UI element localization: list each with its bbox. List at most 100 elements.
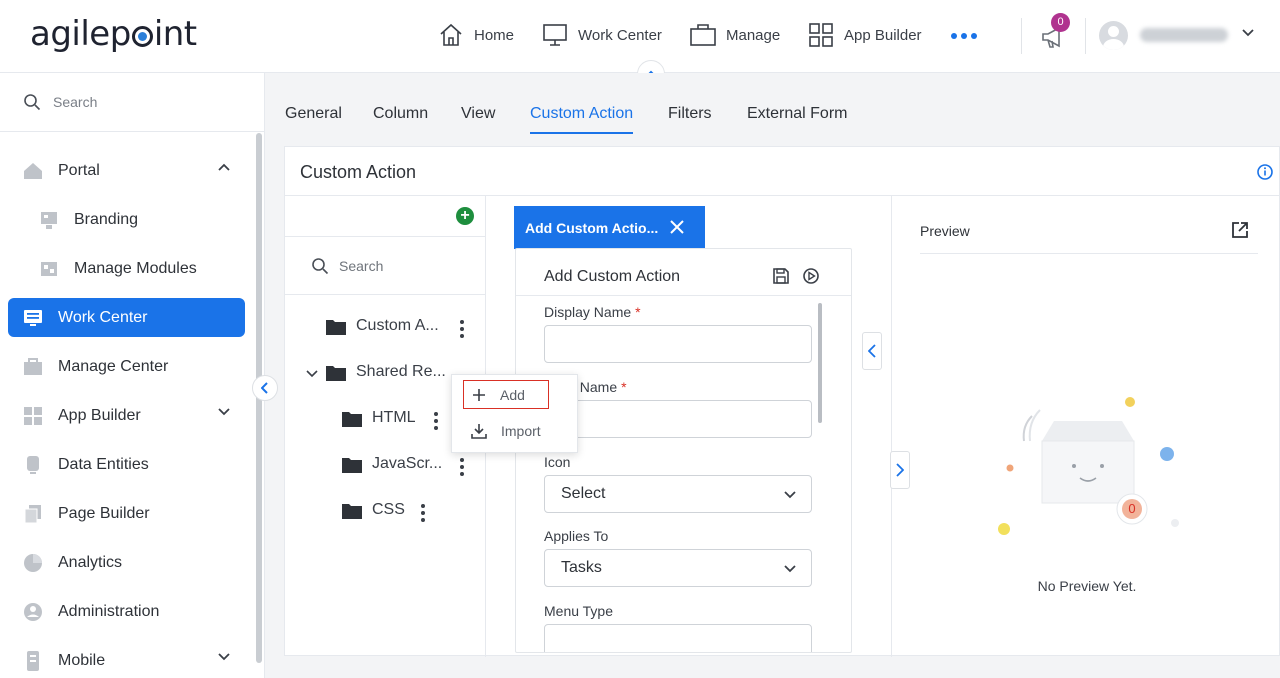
preview-title: Preview: [920, 223, 970, 239]
sidebar-item-work-center[interactable]: Work Center: [8, 298, 245, 337]
nav-work-center[interactable]: Work Center: [542, 22, 662, 48]
tree-node-shared-resources[interactable]: Shared Re...: [326, 363, 446, 381]
kebab-menu-icon[interactable]: [434, 412, 438, 430]
monitor-icon: [543, 24, 567, 46]
sidebar-item-analytics[interactable]: Analytics: [8, 543, 245, 582]
nav-home[interactable]: Home: [438, 22, 514, 48]
sidebar-item-manage-modules[interactable]: Manage Modules: [8, 249, 245, 288]
sidebar-item-label: Administration: [58, 602, 160, 620]
chevron-down-icon[interactable]: [1241, 28, 1255, 38]
chevron-up-icon: [218, 163, 230, 171]
sidebar-search-placeholder: Search: [53, 94, 98, 110]
tree-context-menu: Add Import: [451, 374, 578, 453]
tree-node-label: HTML: [372, 409, 416, 426]
folder-icon: [342, 503, 362, 519]
menu-type-label: Menu Type: [544, 603, 614, 619]
save-icon[interactable]: [772, 267, 790, 285]
nav-home-label: Home: [474, 26, 515, 44]
form-tab-label: Add Custom Actio...: [525, 219, 659, 236]
kebab-menu-icon[interactable]: [460, 320, 464, 338]
nav-app-builder[interactable]: App Builder: [808, 22, 922, 48]
tab-view[interactable]: View: [461, 105, 495, 132]
close-icon[interactable]: [669, 219, 685, 235]
icon-label: Icon: [544, 454, 571, 470]
import-icon: [471, 423, 487, 439]
sidebar-item-page-builder[interactable]: Page Builder: [8, 494, 245, 533]
form-scrollbar[interactable]: [818, 303, 822, 423]
preview-pane: Preview 0 No Preview Yet.: [891, 196, 1280, 657]
database-icon: [27, 455, 39, 474]
add-resource-button[interactable]: +: [456, 207, 474, 225]
sidebar-item-portal[interactable]: Portal: [8, 151, 245, 190]
tree-node-html[interactable]: HTML: [342, 409, 416, 427]
collapse-form-button[interactable]: [862, 332, 882, 370]
menu-item-import[interactable]: Import: [463, 416, 549, 445]
display-name-field[interactable]: [544, 325, 812, 363]
grid-icon: [809, 23, 833, 47]
folder-icon: [326, 319, 346, 335]
divider: [516, 295, 851, 296]
sidebar-item-data-entities[interactable]: Data Entities: [8, 445, 245, 484]
display-name-label: Display Name *: [544, 304, 641, 320]
tree-node-javascript[interactable]: JavaScr...: [342, 455, 442, 473]
info-icon[interactable]: [1256, 163, 1274, 181]
menu-item-add[interactable]: Add: [463, 380, 549, 409]
panel-title: Custom Action: [300, 162, 417, 182]
sidebar-item-administration[interactable]: Administration: [8, 592, 245, 631]
menu-type-select[interactable]: [544, 624, 812, 652]
tab-filters[interactable]: Filters: [668, 105, 712, 132]
search-icon: [312, 257, 329, 274]
tree-search[interactable]: Search: [285, 236, 486, 295]
tree-node-css[interactable]: CSS: [342, 501, 405, 519]
nav-manage[interactable]: Manage: [690, 22, 780, 48]
sidebar-item-label: Manage Center: [58, 357, 169, 375]
expand-preview-button[interactable]: [890, 451, 910, 489]
tree-node-label: CSS: [372, 501, 405, 518]
sidebar-search[interactable]: Search: [0, 73, 265, 132]
sidebar-item-label: Branding: [74, 210, 139, 228]
chevron-left-icon: [868, 344, 876, 358]
agilepoint-logo[interactable]: agilep int: [30, 14, 197, 54]
preview-play-icon[interactable]: [802, 267, 820, 285]
applies-to-value: Tasks: [561, 559, 602, 576]
applies-to-select[interactable]: Tasks: [544, 549, 812, 587]
internal-name-field[interactable]: [544, 400, 812, 438]
home-icon: [440, 23, 462, 46]
nav-work-center-label: Work Center: [578, 26, 662, 44]
folder-icon: [326, 365, 346, 381]
top-navigation-bar: agilep int Home Work Center Manage App Bu…: [0, 0, 1280, 73]
tree-node-custom-actions[interactable]: Custom A...: [326, 317, 439, 335]
collapse-sidebar-button[interactable]: [252, 375, 278, 401]
plus-icon: [473, 388, 485, 401]
sidebar-item-mobile[interactable]: Mobile: [8, 641, 245, 678]
sidebar-item-branding[interactable]: Branding: [8, 200, 245, 239]
mobile-icon: [27, 650, 39, 671]
sidebar-item-label: Work Center: [58, 308, 148, 326]
chevron-right-icon: [896, 463, 904, 477]
more-options-icon[interactable]: [951, 33, 977, 39]
kebab-menu-icon[interactable]: [460, 458, 464, 476]
open-external-icon[interactable]: [1231, 221, 1249, 239]
chevron-left-icon: [261, 382, 268, 394]
tree-node-label: Custom A...: [356, 317, 439, 334]
sidebar-item-app-builder[interactable]: App Builder: [8, 396, 245, 435]
tab-custom-action[interactable]: Custom Action: [530, 105, 634, 134]
tab-external-form[interactable]: External Form: [747, 105, 847, 132]
menu-item-label: Import: [501, 422, 541, 439]
tree-node-label: JavaScr...: [372, 455, 443, 472]
sidebar-item-label: App Builder: [58, 406, 141, 424]
nav-app-builder-label: App Builder: [844, 26, 922, 44]
chevron-down-icon: [784, 565, 796, 573]
monitor-icon: [24, 309, 42, 326]
chevron-down-icon[interactable]: [305, 369, 319, 379]
avatar[interactable]: [1099, 21, 1128, 50]
sidebar-item-label: Mobile: [58, 651, 106, 669]
form-tab-add-custom-action[interactable]: Add Custom Actio...: [514, 206, 705, 249]
kebab-menu-icon[interactable]: [421, 504, 425, 522]
sidebar-item-label: Page Builder: [58, 504, 150, 522]
sidebar-item-manage-center[interactable]: Manage Center: [8, 347, 245, 386]
tab-general[interactable]: General: [285, 105, 342, 132]
tab-column[interactable]: Column: [373, 105, 428, 132]
icon-select[interactable]: Select: [544, 475, 812, 513]
grid-icon: [24, 406, 42, 425]
